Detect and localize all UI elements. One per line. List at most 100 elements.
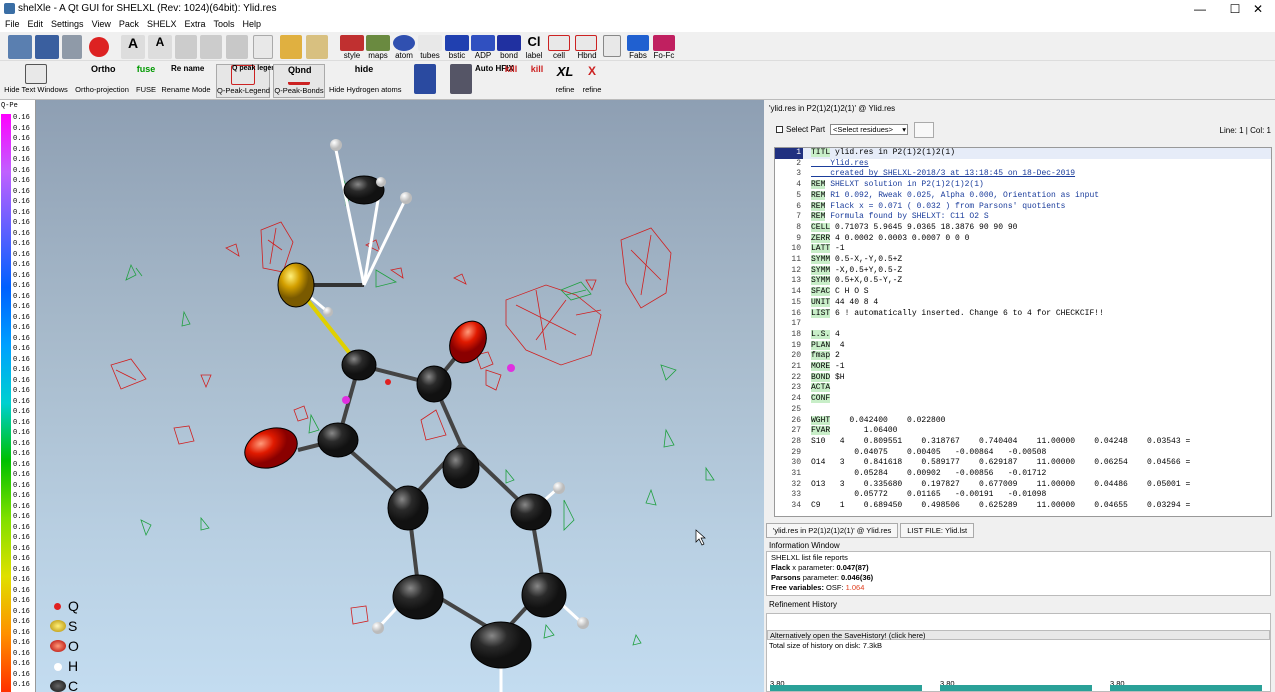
open-file-icon[interactable] [8,35,32,59]
editor-line[interactable]: 5 REM R1 0.092, Rweak 0.025, Alpha 0.000,… [775,190,1271,202]
tubes-icon[interactable] [418,35,442,51]
apply-button[interactable] [914,122,934,138]
editor-line[interactable]: 23 ACTA [775,383,1271,394]
menu-help[interactable]: Help [237,18,264,29]
atom-icon[interactable] [393,35,415,51]
tab-res-file[interactable]: 'ylid.res in P2(1)2(1)2(1)' @ Ylid.res [766,523,899,538]
editor-line[interactable]: 21 MORE -1 [775,362,1271,373]
kill-q-button[interactable]: kill [500,64,522,95]
editor-line[interactable]: 31 0.05284 0.00902 -0.00856 -0.01712 [775,469,1271,480]
menu-file[interactable]: File [0,18,23,29]
res-file-editor[interactable]: 1 TITL ylid.res in P2(1)2(1)2(1) 2 Ylid.re… [774,147,1272,517]
editor-line[interactable]: 29 0.04075 0.00405 -0.00864 -0.00508 [775,448,1271,459]
cell-icon[interactable] [548,35,570,51]
fuse-button[interactable]: fuse FUSE [134,64,158,94]
editor-line[interactable]: 32 O13 3 0.335680 0.197827 0.677009 11.00… [775,480,1271,491]
editor-line[interactable]: 15 UNIT 44 40 8 4 [775,297,1271,309]
select-residues-dropdown[interactable]: <Select residues> ▾ [830,124,908,135]
save-icon[interactable] [35,35,59,59]
select-part-checkbox[interactable] [776,126,783,133]
cl-icon[interactable]: Cl [522,34,546,49]
menu-view[interactable]: View [87,18,114,29]
kill-h-button[interactable]: kill [526,64,548,95]
bond-icon[interactable] [497,35,521,51]
menu-extra[interactable]: Extra [179,18,208,29]
copy-icon[interactable] [253,35,273,59]
editor-line[interactable]: 1 TITL ylid.res in P2(1)2(1)2(1) [775,148,1271,159]
editor-line[interactable]: 22 BOND $H [775,372,1271,384]
close-window-button[interactable]: ✕ [1241,0,1275,18]
hide-text-windows-button[interactable]: Hide Text Windows [4,64,68,94]
editor-line[interactable]: 33 0.05772 0.01165 -0.00191 -0.01098 [775,490,1271,501]
fabs-icon[interactable] [627,35,649,51]
maps-icon[interactable] [366,35,390,51]
minimize-button[interactable]: — [1183,0,1217,18]
molecule-viewer[interactable]: Q S O H C [36,100,764,692]
editor-line[interactable]: 34 C9 1 0.689450 0.498506 0.625289 11.000… [775,501,1271,512]
editor-line[interactable]: 28 S10 4 0.809551 0.318767 0.740404 11.00… [775,437,1271,448]
editor-line[interactable]: 18 L.S. 4 [775,329,1271,341]
save-as-icon[interactable] [62,35,82,59]
editor-line[interactable]: 12 SYMM -X,0.5+Y,0.5-Z [775,265,1271,277]
bstic-icon[interactable] [445,35,469,51]
adp-icon[interactable] [471,35,495,51]
hide-hydrogen-button[interactable]: hide Hide Hydrogen atoms [329,64,402,94]
undo-icon[interactable] [175,35,197,59]
menu-tools[interactable]: Tools [208,18,237,29]
rename-mode-button[interactable]: Re name Rename Mode [161,64,211,94]
editor-line[interactable]: 8 CELL 0.71073 5.9645 9.0365 18.3876 90 9… [775,222,1271,234]
style-icon[interactable] [340,35,364,51]
editor-line[interactable]: 6 REM Flack x = 0.071 ( 0.032 ) from Pars… [775,201,1271,213]
q-peak-legend-button[interactable]: Q peak legend Q-Peak-Legend [216,64,280,98]
editor-line[interactable]: 19 PLAN 4 [775,340,1271,352]
hbnd-icon[interactable] [575,35,597,51]
history-bar-1[interactable] [770,685,922,691]
editor-line[interactable]: 11 SYMM 0.5-X,-Y,0.5+Z [775,255,1271,266]
editor-line[interactable]: 4 REM SHELXT solution in P2(1)2(1)2(1) [775,180,1271,191]
fofc-icon[interactable] [653,35,675,51]
menu-shelx[interactable]: SHELX [142,18,180,29]
close-file-icon[interactable] [89,37,109,57]
q-peak-bonds-button[interactable]: Qbnd Q-Peak-Bonds [273,64,325,98]
editor-line[interactable]: 30 O14 3 0.841618 0.589177 0.629187 11.00… [775,458,1271,469]
editor-line[interactable]: 17 [775,319,1271,330]
hfix-wizard-button[interactable] [450,64,472,95]
ortho-projection-button[interactable]: Ortho Ortho-projection [72,64,132,94]
editor-line[interactable]: 10 LATT -1 [775,244,1271,255]
save-history-link[interactable]: Alternatively open the SaveHistory! (cli… [767,630,1270,640]
editor-line[interactable]: 16 LIST 6 ! automatically inserted. Chang… [775,308,1271,320]
menu-edit[interactable]: Edit [23,18,47,29]
molecule-graphic[interactable] [36,100,764,692]
cut-icon[interactable] [226,35,248,59]
line-number: 27 [791,426,801,436]
menu-pack[interactable]: Pack [114,18,142,29]
font-larger-icon[interactable]: A [121,35,145,59]
editor-line[interactable]: 3 created by SHELXL-2018/3 at 13:18:45 o… [775,169,1271,180]
menu-settings[interactable]: Settings [46,18,87,29]
xl-refine-button[interactable]: XL refine [552,64,578,94]
cell-view-button[interactable] [413,64,437,95]
editor-line[interactable]: 13 SYMM 0.5+X,0.5-Y,-Z [775,276,1271,287]
editor-line[interactable]: 7 REM Formula found by SHELXT: C11 O2 S [775,212,1271,223]
mouse-cursor-icon [695,529,706,546]
editor-line[interactable]: 24 CONF [775,394,1271,405]
paste-icon[interactable] [280,35,302,59]
history-bar-2[interactable] [940,685,1092,691]
editor-line[interactable]: 2 Ylid.res [775,159,1271,170]
font-smaller-icon[interactable]: A [148,35,172,59]
editor-line[interactable]: 14 SFAC C H O S [775,287,1271,298]
editor-line[interactable]: 26 WGHT 0.042400 0.022800 [775,415,1271,427]
editor-line[interactable]: 20 fmap 2 [775,351,1271,362]
find-icon[interactable] [306,35,328,59]
editor-line[interactable]: 9 ZERR 4 0.0002 0.0003 0.0007 0 0 0 [775,233,1271,245]
q-peak-tick: 0.16 [13,355,30,364]
legend-icon[interactable] [603,35,621,57]
redo-icon[interactable] [200,35,222,59]
auto-hfix-button[interactable]: Auto HFIX [474,64,514,95]
editor-line[interactable]: 27 FVAR 1.06400 [775,426,1271,437]
history-bar-3[interactable] [1110,685,1262,691]
editor-line[interactable]: 25 [775,405,1271,416]
tab-list-file[interactable]: LIST FILE: Ylid.lst [900,523,975,538]
line-text: LIST 6 ! automatically inserted. Change … [811,308,1104,318]
x-refine-button[interactable]: X refine [580,64,604,94]
